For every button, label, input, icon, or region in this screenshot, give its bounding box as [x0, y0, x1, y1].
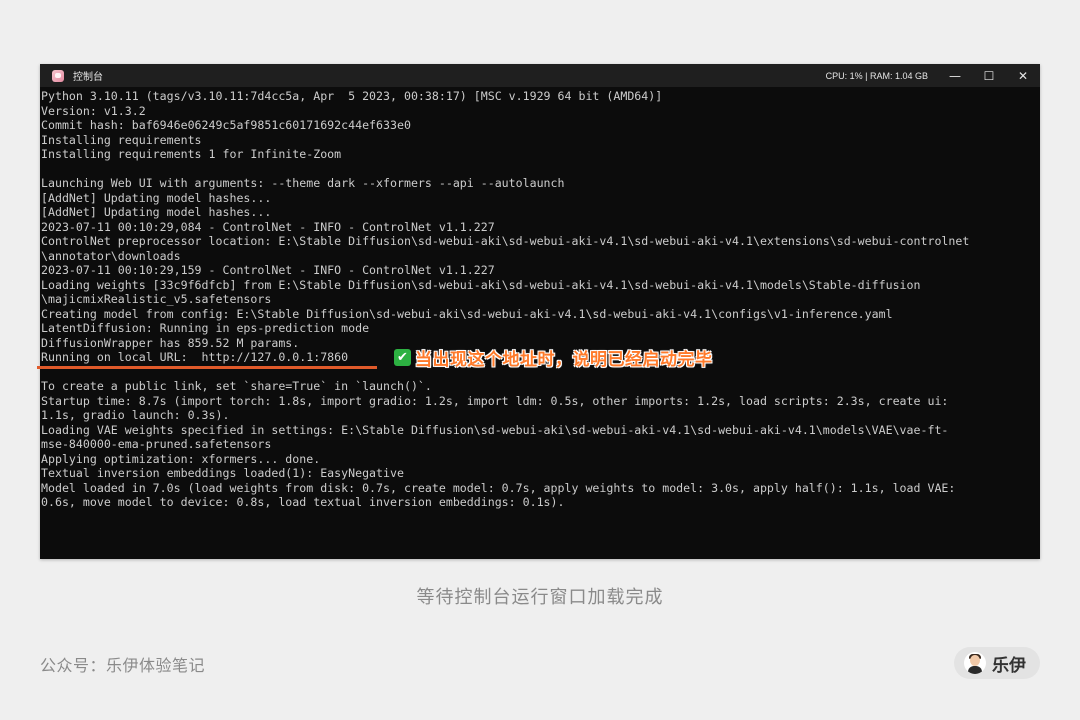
title-bar-controls: CPU: 1% | RAM: 1.04 GB — ☐ ✕	[826, 64, 1040, 87]
terminal-line: Launching Web UI with arguments: --theme…	[41, 176, 565, 190]
terminal-line: Loading weights [33c9f6dfcb] from E:\Sta…	[41, 277, 921, 292]
terminal-line: 1.1s, gradio launch: 0.3s).	[41, 408, 230, 422]
terminal-output[interactable]: Python 3.10.11 (tags/v3.10.11:7d4cc5a, A…	[40, 87, 1040, 510]
terminal-line: ControlNet preprocessor location: E:\Sta…	[41, 234, 970, 248]
terminal-line: Loading VAE weights specified in setting…	[41, 422, 949, 437]
terminal-line: mse-840000-ema-pruned.safetensors	[41, 437, 272, 451]
account-label: 公众号：乐伊体验笔记	[40, 656, 206, 675]
terminal-line: 0.6s, move model to device: 0.8s, load t…	[41, 495, 565, 509]
url-highlight-underline	[37, 366, 377, 369]
terminal-line: [AddNet] Updating model hashes...	[41, 190, 272, 205]
terminal-line: Startup time: 8.7s (import torch: 1.8s, …	[41, 393, 949, 408]
annotation-callout: ✔ 当出现这个地址时，说明已经启动完毕	[394, 345, 713, 370]
terminal-line: Textual inversion embeddings loaded(1): …	[41, 466, 404, 480]
figure-caption: 等待控制台运行窗口加载完成	[416, 587, 664, 608]
terminal-line: Python 3.10.11 (tags/v3.10.11:7d4cc5a, A…	[41, 89, 663, 103]
terminal-line: LatentDiffusion: Running in eps-predicti…	[41, 321, 370, 335]
console-app-icon	[52, 69, 64, 82]
terminal-line: 2023-07-11 00:10:29,159 - ControlNet - I…	[41, 263, 495, 277]
terminal-line: Creating model from config: E:\Stable Di…	[41, 306, 893, 321]
terminal-line: To create a public link, set `share=True…	[41, 379, 432, 393]
window-title: 控制台	[73, 72, 103, 83]
terminal-line: [AddNet] Updating model hashes...	[41, 205, 272, 219]
annotation-text: 当出现这个地址时，说明已经启动完毕	[415, 350, 713, 370]
minimize-button[interactable]: —	[938, 64, 972, 87]
terminal-line: Version: v1.3.2	[41, 103, 146, 118]
author-name: 乐伊	[992, 655, 1026, 676]
terminal-line: Installing requirements	[41, 132, 202, 147]
avatar	[964, 652, 986, 674]
terminal-line: 2023-07-11 00:10:29,084 - ControlNet - I…	[41, 219, 495, 234]
terminal-line: \majicmixRealistic_v5.safetensors	[41, 292, 272, 306]
close-button[interactable]: ✕	[1006, 64, 1040, 87]
terminal-line: Installing requirements 1 for Infinite-Z…	[41, 147, 342, 161]
maximize-button[interactable]: ☐	[972, 64, 1006, 87]
terminal-line: \annotator\downloads	[41, 248, 181, 263]
terminal-line: Applying optimization: xformers... done.	[41, 451, 321, 466]
terminal-line: Commit hash: baf6946e06249c5af9851c60171…	[41, 118, 411, 132]
check-mark-icon: ✔	[394, 349, 411, 366]
author-badge: 乐伊	[954, 647, 1040, 679]
terminal-line: Model loaded in 7.0s (load weights from …	[41, 480, 956, 495]
title-bar[interactable]: 控制台 CPU: 1% | RAM: 1.04 GB — ☐ ✕	[40, 64, 1040, 87]
cpu-ram-status: CPU: 1% | RAM: 1.04 GB	[825, 70, 928, 81]
console-window: 控制台 CPU: 1% | RAM: 1.04 GB — ☐ ✕ Python …	[40, 64, 1040, 559]
